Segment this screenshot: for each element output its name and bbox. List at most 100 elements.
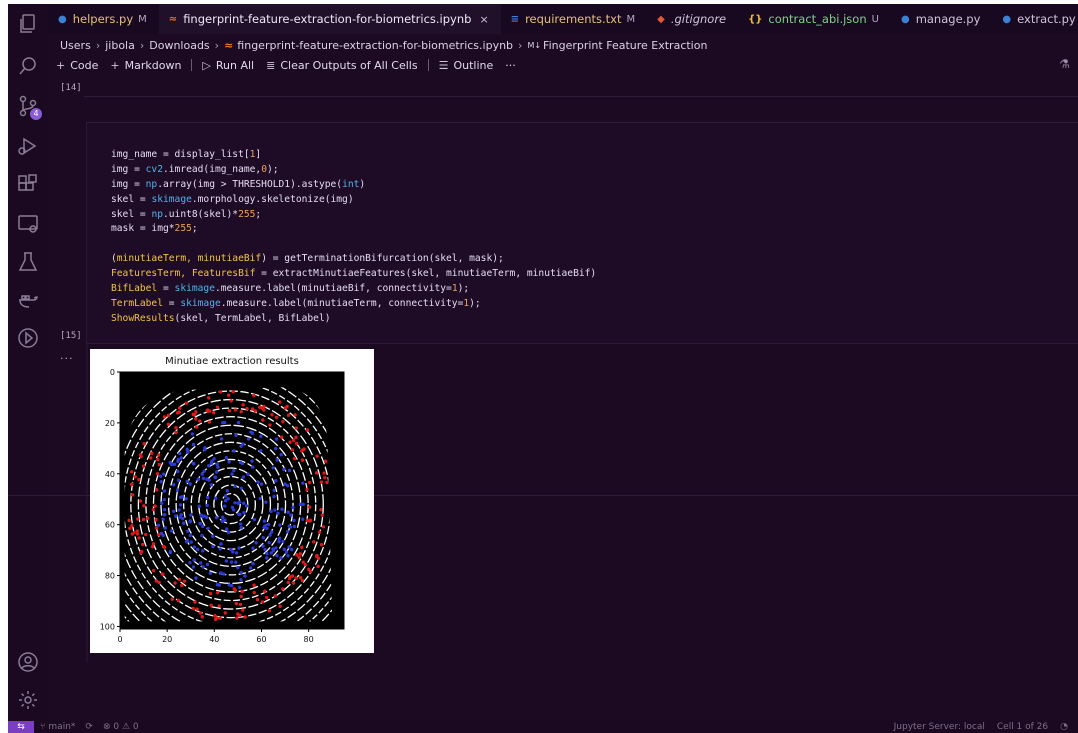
bifurcation-marker — [268, 533, 272, 537]
tab-3[interactable]: ◆ .gitignore — [647, 4, 738, 34]
bifurcation-marker — [254, 541, 258, 545]
bifurcation-marker — [205, 562, 210, 567]
termination-marker — [298, 575, 303, 580]
run-debug-icon[interactable] — [16, 134, 40, 158]
extensions-icon[interactable] — [16, 172, 40, 196]
termination-marker — [279, 435, 284, 439]
bifurcation-marker — [264, 500, 268, 504]
termination-marker — [305, 487, 309, 492]
explorer-icon[interactable] — [16, 12, 40, 36]
termination-marker — [239, 410, 243, 414]
bifurcation-marker — [207, 463, 211, 468]
bifurcation-marker — [156, 523, 161, 527]
bifurcation-marker — [205, 477, 209, 481]
bifurcation-marker — [209, 483, 214, 487]
remote-explorer-icon[interactable] — [16, 212, 40, 236]
timeline-icon[interactable] — [16, 326, 40, 350]
editor-tabs: ● helpers.py M ≈ fingerprint-feature-extract… — [48, 4, 1078, 34]
tab-6[interactable]: ● extract.py — [992, 4, 1078, 34]
toolbar-divider — [427, 59, 429, 71]
termination-marker — [166, 413, 171, 418]
bifurcation-marker — [188, 482, 192, 486]
requirements-icon: ≡ — [510, 13, 520, 25]
termination-marker — [245, 406, 249, 411]
tab-5[interactable]: ● manage.py — [891, 4, 992, 34]
tab-4[interactable]: {} contract_abi.json U — [738, 4, 891, 34]
bifurcation-marker — [191, 442, 196, 447]
add-markdown-label: Markdown — [124, 58, 182, 72]
branch-name[interactable]: main* — [48, 722, 75, 732]
tab-2[interactable]: ≡ requirements.txt M — [501, 4, 647, 34]
y-tick-label: 40 — [105, 470, 115, 479]
outline-button[interactable]: ☰ Outline — [439, 59, 494, 72]
settings-gear-icon[interactable] — [16, 688, 40, 712]
source-control-icon[interactable]: 4 — [16, 94, 42, 120]
termination-marker — [141, 464, 146, 468]
tab-0[interactable]: ● helpers.py M — [48, 4, 159, 34]
termination-marker — [281, 587, 285, 591]
more-actions-button[interactable]: ··· — [505, 59, 516, 72]
sync-icon[interactable]: ⟳ — [85, 722, 93, 732]
close-tab-icon[interactable]: × — [479, 13, 488, 26]
bifurcation-marker — [301, 481, 305, 485]
add-code-button[interactable]: + Code — [56, 59, 98, 72]
outline-label: Outline — [453, 58, 494, 72]
termination-marker — [198, 611, 203, 615]
bifurcation-marker — [244, 504, 249, 508]
bifurcation-marker — [174, 514, 178, 518]
termination-marker — [212, 411, 216, 415]
testing-icon[interactable] — [16, 250, 40, 274]
docker-icon[interactable] — [16, 288, 40, 312]
bifurcation-marker — [196, 477, 201, 481]
bifurcation-marker — [259, 449, 263, 453]
bifurcation-marker — [181, 516, 185, 521]
breadcrumb-item[interactable]: Downloads — [149, 39, 209, 52]
termination-marker — [149, 456, 153, 460]
tab-1[interactable]: ≈ fingerprint-feature-extraction-for-biom… — [158, 4, 501, 34]
source-control-badge: 4 — [30, 108, 42, 120]
run-all-button[interactable]: ▷ Run All — [202, 59, 254, 72]
bifurcation-marker — [266, 522, 271, 527]
y-tick-label: 60 — [105, 521, 115, 530]
termination-marker — [268, 423, 272, 427]
bifurcation-marker — [203, 446, 207, 450]
cell-divider — [84, 96, 1078, 97]
output-more-button[interactable]: ··· — [60, 352, 74, 365]
bifurcation-marker — [267, 540, 271, 545]
jupyter-server-status[interactable]: Jupyter Server: local — [894, 722, 985, 732]
bifurcation-marker — [198, 561, 203, 565]
bifurcation-marker — [261, 544, 265, 548]
breadcrumb-section[interactable]: Fingerprint Feature Extraction — [543, 39, 707, 52]
bifurcation-marker — [239, 486, 243, 490]
termination-marker — [137, 477, 141, 482]
search-icon[interactable] — [16, 54, 40, 78]
code-editor[interactable]: img_name = display_list[1] img = cv2.imre… — [111, 148, 596, 327]
problems-indicator[interactable]: ⊗ 0 ⚠ 0 — [103, 722, 139, 732]
bifurcation-marker — [286, 510, 290, 514]
bifurcation-marker — [278, 523, 282, 527]
breadcrumb-item[interactable]: jibola — [105, 39, 135, 52]
bifurcation-marker — [274, 446, 278, 451]
termination-marker — [308, 569, 313, 574]
remote-indicator-icon[interactable]: ⇆ — [8, 721, 34, 733]
account-icon[interactable] — [16, 650, 40, 674]
bifurcation-marker — [185, 447, 189, 452]
bifurcation-marker — [189, 540, 193, 544]
notification-bell-icon[interactable]: ◔ — [1060, 722, 1068, 732]
termination-marker — [153, 504, 157, 508]
cell-position[interactable]: Cell 1 of 26 — [997, 722, 1048, 732]
bifurcation-marker — [219, 437, 224, 441]
bifurcation-marker — [271, 466, 275, 470]
bifurcation-marker — [271, 547, 275, 551]
breadcrumb-item[interactable]: Users — [60, 39, 91, 52]
termination-marker — [241, 608, 245, 612]
breadcrumb-item[interactable]: fingerprint-feature-extraction-for-biome… — [237, 39, 513, 52]
termination-marker — [300, 545, 304, 550]
bifurcation-marker — [181, 521, 186, 525]
bifurcation-marker — [206, 526, 210, 531]
termination-marker — [213, 617, 218, 622]
add-markdown-button[interactable]: + Markdown — [110, 59, 181, 72]
x-tick-label: 20 — [162, 635, 172, 644]
kernel-flask-icon[interactable]: ⚗ — [1059, 57, 1070, 71]
clear-outputs-button[interactable]: ≣ Clear Outputs of All Cells — [266, 59, 417, 72]
